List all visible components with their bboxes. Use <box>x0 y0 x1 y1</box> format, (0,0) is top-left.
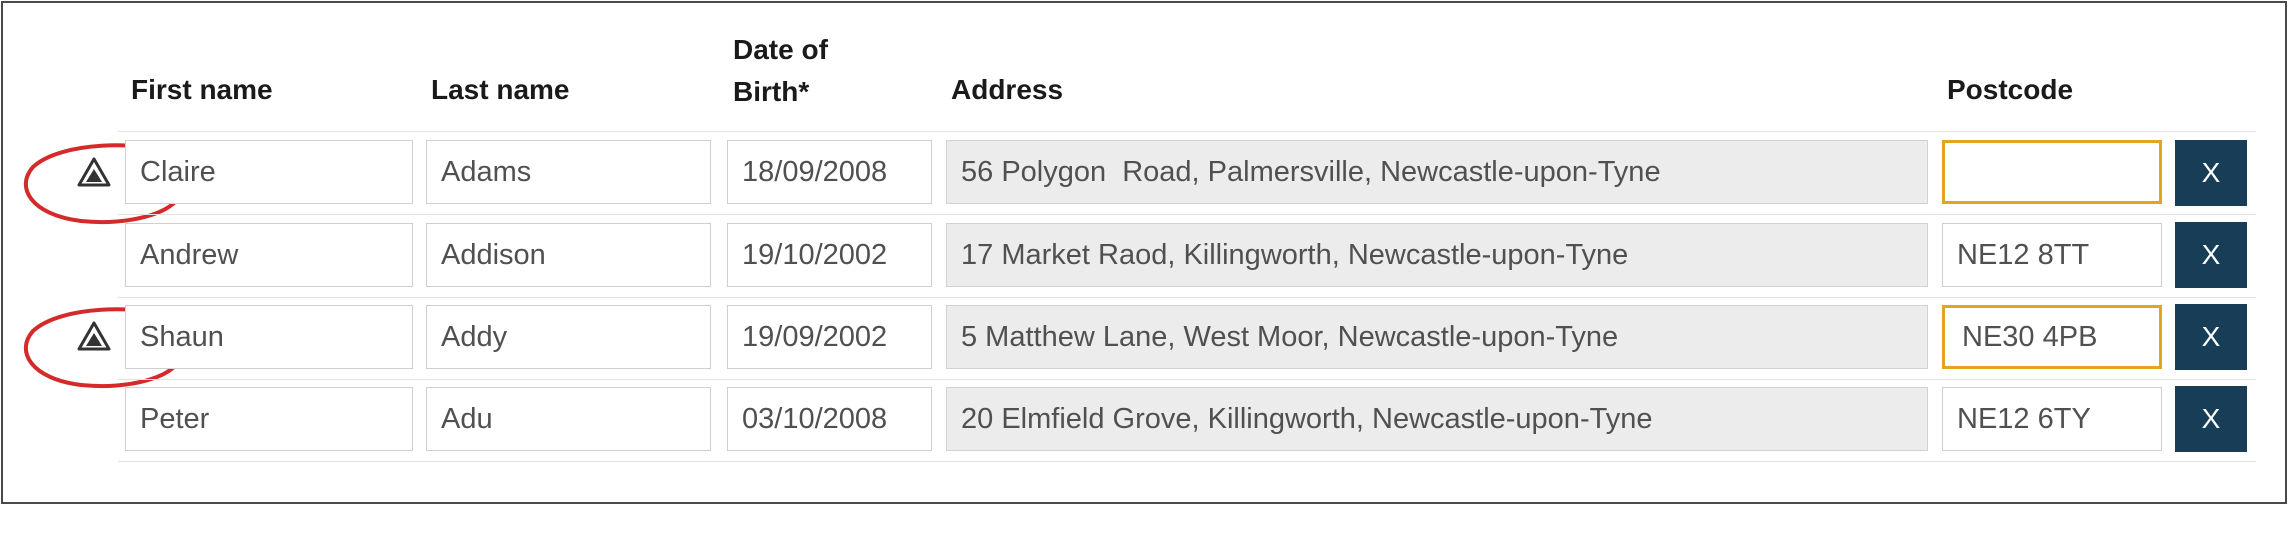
row-separator <box>118 379 2256 380</box>
last-name-input[interactable] <box>426 305 711 369</box>
first-name-input[interactable] <box>125 387 413 451</box>
postcode-input[interactable] <box>1942 223 2162 287</box>
header-first-name: First name <box>131 74 273 105</box>
first-name-input[interactable] <box>125 223 413 287</box>
dob-input[interactable] <box>727 140 932 204</box>
address-input[interactable] <box>946 305 1928 369</box>
postcode-input[interactable] <box>1942 140 2162 204</box>
last-name-input[interactable] <box>426 223 711 287</box>
row-separator <box>118 214 2256 215</box>
dob-input[interactable] <box>727 387 932 451</box>
address-input[interactable] <box>946 387 1928 451</box>
first-name-input[interactable] <box>125 305 413 369</box>
row-separator <box>118 461 2256 462</box>
address-input[interactable] <box>946 223 1928 287</box>
header-separator <box>118 131 2256 132</box>
postcode-input[interactable] <box>1942 305 2162 369</box>
address-input[interactable] <box>946 140 1928 204</box>
header-last-name: Last name <box>431 74 570 105</box>
first-name-input[interactable] <box>125 140 413 204</box>
remove-row-button[interactable]: X <box>2175 386 2247 452</box>
remove-row-button[interactable]: X <box>2175 222 2247 288</box>
header-dob: Date of Birth* <box>733 29 828 113</box>
dob-input[interactable] <box>727 305 932 369</box>
last-name-input[interactable] <box>426 140 711 204</box>
warning-triangle-icon <box>77 321 111 351</box>
dob-input[interactable] <box>727 223 932 287</box>
row-separator <box>118 297 2256 298</box>
header-dob-line2: Birth* <box>733 76 810 107</box>
header-dob-line1: Date of <box>733 34 828 65</box>
remove-row-button[interactable]: X <box>2175 304 2247 370</box>
remove-row-button[interactable]: X <box>2175 140 2247 206</box>
last-name-input[interactable] <box>426 387 711 451</box>
warning-triangle-icon <box>77 157 111 187</box>
header-postcode: Postcode <box>1947 74 2074 105</box>
table-frame: First name Last name Date of Birth* Addr… <box>1 1 2287 504</box>
postcode-input[interactable] <box>1942 387 2162 451</box>
header-address: Address <box>951 74 1064 105</box>
